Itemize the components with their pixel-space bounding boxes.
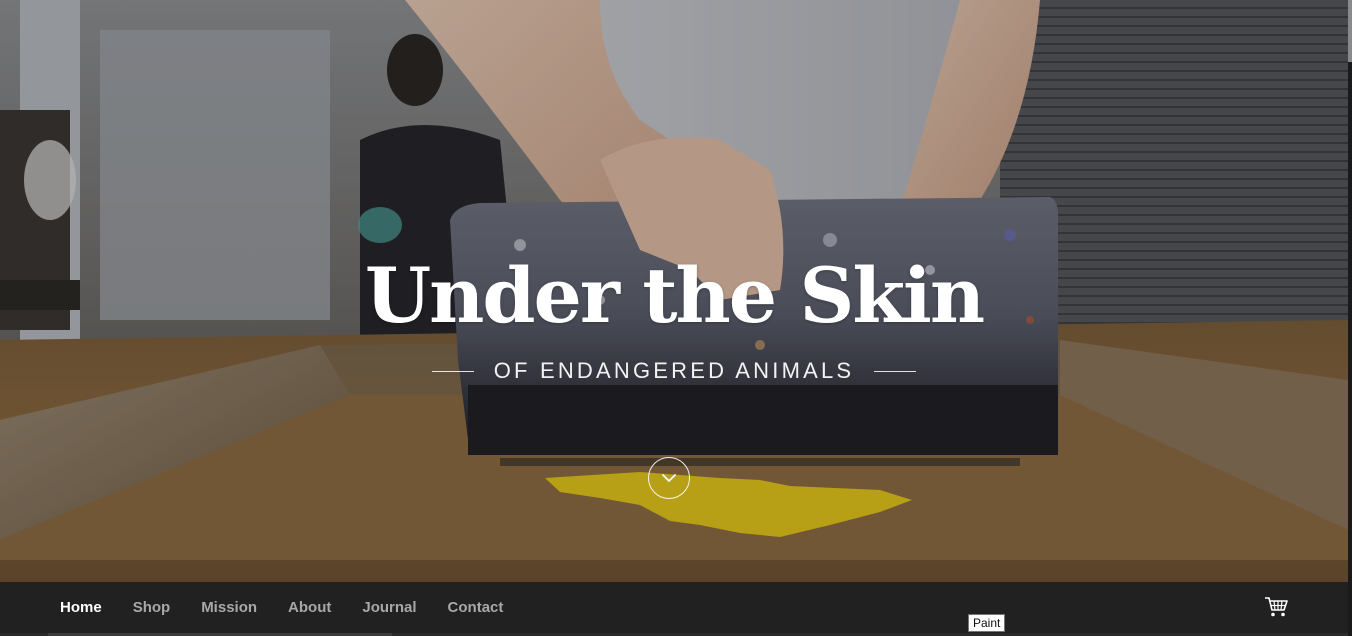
- page: Under the Skin OF ENDANGERED ANIMALS Hom…: [0, 0, 1352, 636]
- nav-item-contact[interactable]: Contact: [448, 599, 504, 616]
- nav-item-mission[interactable]: Mission: [201, 599, 257, 616]
- chevron-down-icon: [662, 474, 676, 482]
- cart-icon: [1265, 597, 1288, 617]
- scroll-down-button[interactable]: [648, 457, 690, 499]
- nav-item-home[interactable]: Home: [60, 599, 102, 616]
- page-scrollbar[interactable]: [1348, 0, 1352, 636]
- nav-item-shop[interactable]: Shop: [133, 599, 171, 616]
- subtitle-rule-left: [431, 370, 474, 372]
- nav-item-journal[interactable]: Journal: [362, 599, 416, 616]
- main-navbar: Home Shop Mission About Journal Contact: [0, 582, 1348, 636]
- subtitle-rule-right: [874, 370, 917, 372]
- hero-section: Under the Skin OF ENDANGERED ANIMALS: [0, 0, 1348, 582]
- hero-subtitle: OF ENDANGERED ANIMALS: [493, 358, 855, 383]
- nav-item-about[interactable]: About: [288, 599, 331, 616]
- hero-subtitle-row: OF ENDANGERED ANIMALS: [0, 356, 1348, 386]
- hero-title: Under the Skin: [364, 251, 985, 340]
- cart-button[interactable]: [1264, 596, 1288, 618]
- nav-menu: Home Shop Mission About Journal Contact: [60, 582, 534, 632]
- tooltip: Paint: [968, 614, 1006, 632]
- scrollbar-thumb[interactable]: [1348, 0, 1352, 62]
